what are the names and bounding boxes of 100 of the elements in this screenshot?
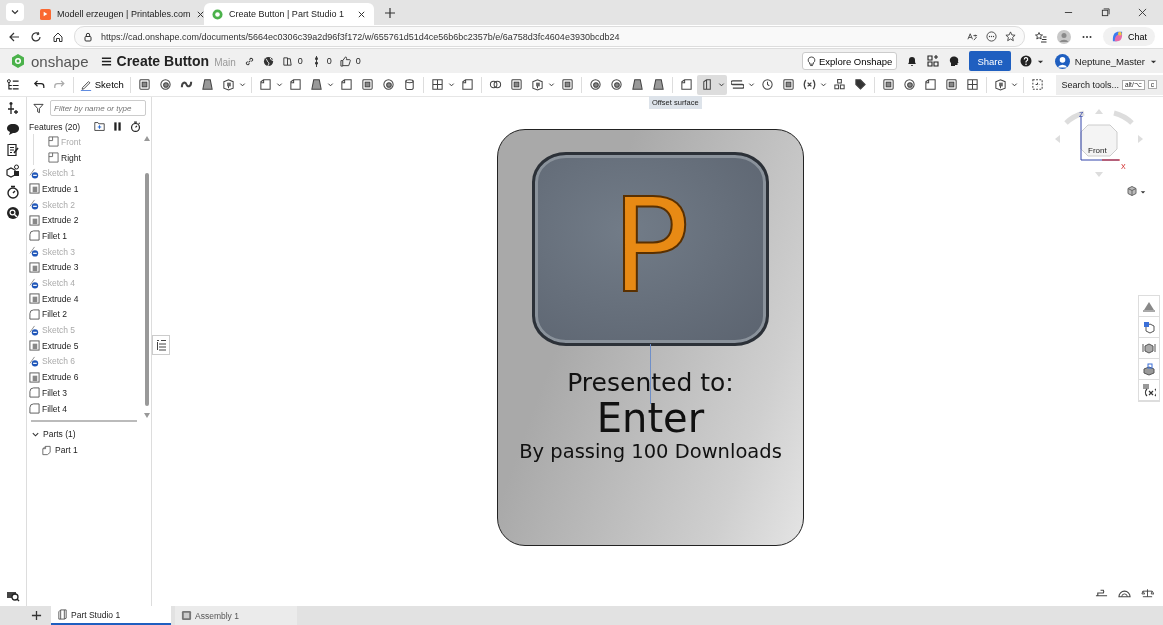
link-icon[interactable] — [243, 55, 255, 67]
rings-icon[interactable] — [488, 78, 502, 91]
address-field[interactable]: https://cad.onshape.com/documents/5664ec0306c39a2d96f3f172/w/655761d51d4ce56b6bc2357b/e/6a758d3fc4604e3930bcdb24 — [74, 26, 1025, 47]
more-circle-icon[interactable] — [986, 31, 997, 42]
explore-button[interactable]: Explore Onshape — [802, 52, 898, 70]
folded-sheet-icon[interactable] — [339, 78, 353, 91]
feature-item[interactable]: Fillet 2 — [27, 306, 143, 323]
circle-icon[interactable] — [158, 78, 172, 91]
grid-icon[interactable] — [965, 78, 979, 91]
trapezoid-icon[interactable] — [630, 78, 644, 91]
folded-sheet-icon[interactable] — [679, 78, 693, 91]
panel-icon[interactable] — [881, 78, 895, 91]
menu-icon[interactable] — [100, 55, 112, 67]
folded-sheet-icon[interactable] — [288, 78, 302, 91]
translate-icon[interactable] — [967, 31, 978, 42]
stopwatch-icon[interactable] — [130, 121, 141, 132]
thumbs-up-icon[interactable] — [339, 55, 351, 67]
notes-icon[interactable] — [6, 143, 20, 157]
gauge-icon[interactable] — [1118, 588, 1131, 598]
feature-item[interactable]: Right — [33, 149, 143, 166]
document-title[interactable]: Create Button — [116, 53, 210, 69]
chat-button[interactable]: Chat — [1103, 27, 1155, 46]
trapezoid-icon[interactable] — [200, 78, 214, 91]
back-arrow-icon[interactable] — [8, 30, 20, 43]
clock-icon[interactable] — [760, 78, 774, 91]
sketch-button[interactable]: Sketch — [76, 78, 127, 91]
scroll-up-arrow-icon[interactable] — [144, 136, 150, 141]
measure-icon[interactable] — [1095, 588, 1108, 598]
avatar-icon[interactable] — [1054, 53, 1070, 69]
feature-item[interactable]: Fillet 1 — [27, 228, 143, 244]
cylinder-icon[interactable] — [402, 78, 416, 91]
panel-icon[interactable] — [509, 78, 523, 91]
trapezoid-icon[interactable] — [651, 78, 665, 91]
chevron-down-icon[interactable] — [6, 3, 24, 21]
parts-lock-icon[interactable] — [6, 164, 20, 178]
cubes-icon[interactable] — [832, 78, 846, 91]
undo-icon[interactable] — [32, 78, 46, 91]
plus-icon[interactable] — [384, 7, 396, 19]
user-name[interactable]: Neptune_Master — [1074, 55, 1145, 67]
cube-icon[interactable] — [221, 78, 235, 91]
onshape-logo-icon[interactable] — [10, 53, 26, 69]
cube-icon[interactable] — [530, 78, 544, 91]
close-icon[interactable] — [357, 9, 366, 19]
cube-icon[interactable] — [1126, 185, 1138, 197]
feature-item[interactable]: Extrude 2 — [27, 212, 143, 229]
documents-icon[interactable] — [281, 55, 293, 67]
filter-icon[interactable] — [33, 102, 44, 114]
feature-item[interactable]: Extrude 5 — [27, 337, 143, 354]
caret-icon[interactable] — [1140, 189, 1146, 195]
favorites-list-icon[interactable] — [1035, 30, 1047, 43]
apps-grid-icon[interactable] — [927, 55, 940, 67]
star-icon[interactable] — [1005, 31, 1016, 42]
sheet-icon[interactable] — [700, 78, 714, 91]
panel-icon[interactable] — [944, 78, 958, 91]
tag-icon[interactable] — [853, 78, 867, 91]
folded-sheet-icon[interactable] — [258, 78, 272, 91]
panel-icon[interactable] — [360, 78, 374, 91]
close-icon[interactable] — [1138, 8, 1147, 17]
speech-bubble-icon[interactable] — [6, 122, 20, 136]
pause-icon[interactable] — [112, 121, 123, 132]
circle-icon[interactable] — [609, 78, 623, 91]
feature-list-icon[interactable] — [6, 77, 20, 92]
feature-item[interactable]: Extrude 3 — [27, 259, 143, 276]
variable-icon[interactable] — [802, 78, 816, 91]
bell-icon[interactable] — [906, 55, 919, 67]
circle-icon[interactable] — [902, 78, 916, 91]
magnifier-icon[interactable] — [6, 206, 20, 220]
help-icon[interactable] — [1019, 55, 1032, 67]
list-toggle-icon[interactable] — [152, 335, 170, 355]
close-icon[interactable] — [196, 9, 206, 19]
folded-sheet-icon[interactable] — [460, 78, 474, 91]
avatar-icon[interactable] — [1057, 29, 1071, 44]
circle-icon[interactable] — [588, 78, 602, 91]
feature-item[interactable]: Extrude 4 — [27, 290, 143, 307]
parts-group[interactable]: Parts (1) — [27, 426, 151, 442]
share-button[interactable]: Share — [969, 51, 1011, 71]
document-tab[interactable]: Assembly 1 — [175, 606, 297, 625]
feature-item[interactable]: Fillet 3 — [27, 385, 143, 401]
panel-icon[interactable] — [781, 78, 795, 91]
plus-icon[interactable] — [31, 610, 42, 621]
panel-icon[interactable] — [137, 78, 151, 91]
feature-item[interactable]: Extrude 1 — [27, 181, 143, 197]
scale-icon[interactable] — [1141, 588, 1154, 598]
filter-field[interactable]: Filter by name or type — [50, 100, 146, 116]
folded-sheet-icon[interactable] — [923, 78, 937, 91]
home-icon[interactable] — [52, 30, 64, 43]
scroll-down-arrow-icon[interactable] — [144, 413, 150, 418]
document-tab[interactable]: Part Studio 1 — [51, 606, 171, 625]
panel-icon[interactable] — [560, 78, 574, 91]
reload-icon[interactable] — [30, 30, 42, 43]
restore-icon[interactable] — [1101, 8, 1110, 17]
browser-tab[interactable]: Modell erzeugen | Printables.com — [32, 3, 202, 25]
feature-item[interactable]: Fillet 4 — [27, 400, 143, 417]
globe-icon[interactable] — [262, 55, 274, 67]
folder-plus-icon[interactable] — [94, 121, 105, 132]
circle-icon[interactable] — [381, 78, 395, 91]
insert-icon[interactable] — [6, 101, 20, 115]
stopwatch-icon[interactable] — [6, 185, 20, 199]
head-silhouette-icon[interactable] — [948, 55, 961, 67]
trapezoid-icon[interactable] — [309, 78, 323, 91]
